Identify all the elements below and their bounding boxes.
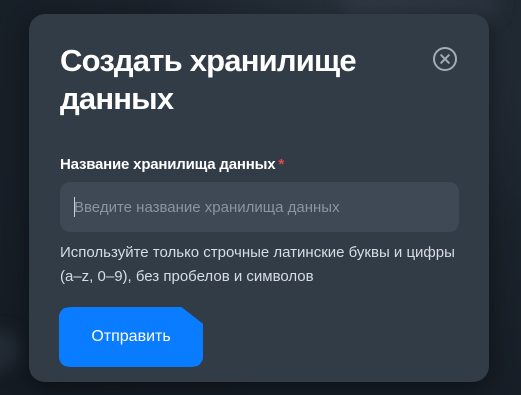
storage-name-label: Название хранилища данных * [60, 156, 284, 173]
storage-name-input[interactable] [60, 182, 459, 232]
close-circle-icon [433, 47, 457, 71]
create-storage-modal: Создать хранилище данных Название хранил… [29, 14, 489, 382]
text-caret [74, 197, 75, 217]
storage-name-field[interactable] [60, 182, 459, 232]
close-button[interactable] [432, 46, 458, 72]
storage-name-label-text: Название хранилища данных [60, 156, 276, 173]
backdrop-shape [0, 330, 20, 370]
field-hint: Используйте только строчные латинские бу… [60, 244, 455, 285]
modal-title: Создать хранилище данных [60, 43, 357, 116]
required-mark: * [278, 156, 284, 173]
submit-button[interactable]: Отправить [59, 307, 203, 367]
